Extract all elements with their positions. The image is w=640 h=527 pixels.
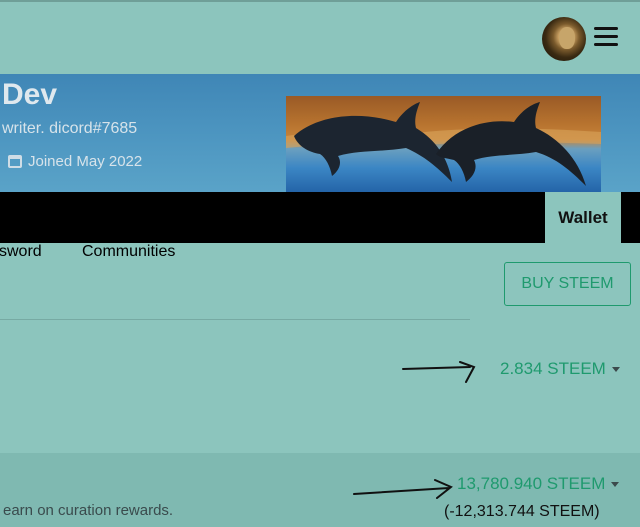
steem-power-dropdown[interactable]: 13,780.940 STEEM bbox=[457, 474, 620, 494]
hamburger-menu-icon[interactable] bbox=[594, 27, 618, 47]
cover-image-dolphins bbox=[286, 96, 601, 192]
avatar-face bbox=[559, 27, 575, 49]
steem-power-value: 13,780.940 STEEM bbox=[457, 474, 606, 493]
caret-down-icon bbox=[611, 366, 620, 372]
profile-joined: Joined May 2022 bbox=[8, 153, 142, 170]
calendar-icon bbox=[8, 155, 22, 168]
steem-power-description: earn on curation rewards. bbox=[3, 502, 174, 519]
hand-drawn-arrow bbox=[353, 479, 453, 499]
delegated-steem-power: (-12,313.744 STEEM) bbox=[444, 503, 600, 520]
tab-wallet[interactable]: Wallet bbox=[545, 192, 621, 243]
joined-label: Joined May 2022 bbox=[28, 153, 143, 170]
steem-balance-dropdown[interactable]: 2.834 STEEM bbox=[500, 359, 620, 379]
steem-balance-value: 2.834 STEEM bbox=[500, 359, 606, 378]
dolphins-illustration bbox=[286, 102, 601, 186]
caret-down-icon bbox=[611, 481, 620, 487]
profile-name: Dev bbox=[2, 78, 58, 111]
profile-nav-bar bbox=[0, 192, 640, 243]
hand-drawn-arrow bbox=[402, 361, 476, 383]
subnav-divider bbox=[0, 319, 470, 320]
buy-steem-button[interactable]: BUY STEEM bbox=[504, 262, 631, 306]
profile-about: writer. dicord#7685 bbox=[2, 120, 138, 137]
user-avatar[interactable] bbox=[542, 17, 586, 61]
